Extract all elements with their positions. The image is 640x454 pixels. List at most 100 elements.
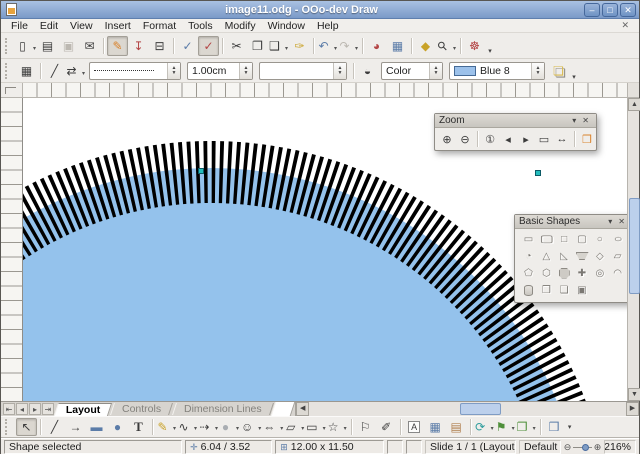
shape-ring[interactable]: ◎ <box>591 266 608 280</box>
navigator-button[interactable]: ▦ <box>387 36 408 56</box>
edit-points-tool[interactable]: ⚐ <box>355 418 376 436</box>
spellcheck-button[interactable]: ✓ <box>177 36 198 56</box>
toolbar-options-button[interactable]: ▾ <box>569 72 579 82</box>
drawing-canvas[interactable]: Zoom ▾ ✕ ⊕⊖①◂▸▭↔❒ Basic Shapes ▾ ✕ ▭▢□▢○… <box>23 98 627 401</box>
zoom-in-icon[interactable]: ⊕ <box>594 442 602 453</box>
horizontal-scrollbar[interactable]: ◀ ▶ <box>295 402 639 416</box>
zoom-panel-titlebar[interactable]: Zoom ▾ ✕ <box>435 114 596 128</box>
curve-tool[interactable]: ✎ <box>156 418 177 436</box>
zoom-out-button[interactable]: ⊖ <box>456 130 474 148</box>
shape-cross[interactable]: ✚ <box>574 266 591 280</box>
basic-shapes-tool[interactable]: ● <box>219 418 240 436</box>
flowchart-tool[interactable]: ▱ <box>284 418 305 436</box>
zoom-out-icon[interactable]: ⊖ <box>564 442 572 453</box>
shape-isosceles-triangle[interactable]: △ <box>538 249 555 263</box>
area-dialog-button[interactable]: ◒ <box>357 61 378 81</box>
last-page-button[interactable]: ⇥ <box>42 403 54 415</box>
tab-controls[interactable]: Controls <box>110 403 173 415</box>
basic-shapes-titlebar[interactable]: Basic Shapes ▾ ✕ <box>515 215 627 229</box>
menu-file[interactable]: File <box>5 20 34 32</box>
shape-frame[interactable]: ▣ <box>574 283 591 297</box>
toolbar-options-button[interactable]: ▾ <box>485 46 495 56</box>
minimize-button[interactable]: – <box>584 3 600 17</box>
menu-insert[interactable]: Insert <box>99 20 137 32</box>
from-file-button[interactable]: ▦ <box>425 418 446 436</box>
arrow-style-button[interactable]: ⇄ <box>65 61 86 81</box>
zoom-slider-thumb[interactable] <box>582 444 589 451</box>
shape-square[interactable]: □ <box>556 232 573 246</box>
select-tool[interactable]: ↖ <box>16 418 37 436</box>
help-button[interactable]: ☸ <box>464 36 485 56</box>
spinner-icon[interactable]: ▲▼ <box>167 63 180 79</box>
tab-layout[interactable]: Layout <box>54 403 113 416</box>
lines-arrows-tool[interactable]: ⇢ <box>198 418 219 436</box>
undo-button[interactable]: ↶ <box>317 36 338 56</box>
menu-view[interactable]: View <box>64 20 99 32</box>
zoom-100-button[interactable]: ① <box>481 130 499 148</box>
paste-button[interactable]: ❑ <box>268 36 289 56</box>
line-color-select[interactable]: ▲▼ <box>259 62 347 80</box>
menu-edit[interactable]: Edit <box>34 20 64 32</box>
spinner-icon[interactable]: ▲▼ <box>239 63 252 79</box>
close-button[interactable]: ✕ <box>620 3 636 17</box>
vertical-scrollbar[interactable]: ▲ ▼ <box>627 98 639 401</box>
selection-handle[interactable] <box>198 168 204 174</box>
toolbar-grip[interactable] <box>5 63 12 79</box>
scroll-down-icon[interactable]: ▼ <box>628 388 640 401</box>
close-document-icon[interactable]: ✕ <box>615 20 635 31</box>
menu-modify[interactable]: Modify <box>219 20 262 32</box>
zoom-next-button[interactable]: ▸ <box>517 130 535 148</box>
symbol-shapes-tool[interactable]: ☺ <box>240 418 262 436</box>
copy-button[interactable]: ❐ <box>247 36 268 56</box>
spinner-icon[interactable]: ▲▼ <box>531 63 544 79</box>
redo-button[interactable]: ↷ <box>338 36 359 56</box>
zoom-level[interactable]: 216% <box>604 440 636 454</box>
shape-rounded-rectangle[interactable]: ▢ <box>538 232 555 246</box>
toolbar-grip[interactable] <box>5 419 12 435</box>
menu-format[interactable]: Format <box>137 20 182 32</box>
tab-dimension-lines[interactable]: Dimension Lines <box>172 403 274 415</box>
menu-help[interactable]: Help <box>311 20 345 32</box>
connector-tool[interactable]: ∿ <box>177 418 198 436</box>
zoom-in-button[interactable]: ⊕ <box>438 130 456 148</box>
rectangle-tool[interactable]: ▬ <box>86 418 107 436</box>
shadow-toggle[interactable]: ❏ <box>548 61 569 81</box>
glue-points-tool[interactable]: ✐ <box>376 418 397 436</box>
shape-circle-pie[interactable]: ◔ <box>520 249 537 263</box>
format-paintbrush-button[interactable]: ✑ <box>289 36 310 56</box>
new-button[interactable]: ▯ <box>16 36 37 56</box>
object-zoom-button[interactable]: ❒ <box>578 130 596 148</box>
gallery-button[interactable]: ▤ <box>446 418 467 436</box>
horizontal-scroll-thumb[interactable] <box>460 403 501 415</box>
spinner-icon[interactable]: ▲▼ <box>429 63 442 79</box>
ellipse-tool[interactable]: ● <box>107 418 128 436</box>
autospellcheck-toggle[interactable]: ✓ <box>198 36 219 56</box>
shape-cube[interactable]: ❒ <box>538 283 555 297</box>
toolbar-options-button[interactable]: ▾ <box>565 418 575 436</box>
scroll-left-icon[interactable]: ◀ <box>296 402 309 416</box>
export-pdf-button[interactable]: ↧ <box>128 36 149 56</box>
shape-cylinder[interactable] <box>520 283 537 297</box>
first-page-button[interactable]: ⇤ <box>3 403 15 415</box>
styles-button[interactable]: ▦ <box>16 61 37 81</box>
shape-block-arc[interactable]: ◠ <box>609 266 626 280</box>
zoom-slider-track[interactable] <box>573 447 591 448</box>
blue-disk[interactable] <box>23 168 584 401</box>
next-page-button[interactable]: ▸ <box>29 403 41 415</box>
cut-button[interactable]: ✂ <box>226 36 247 56</box>
shape-trapezoid[interactable] <box>574 249 591 263</box>
line-dialog-button[interactable]: ╱ <box>44 61 65 81</box>
line-width-input[interactable]: 1.00cm ▲▼ <box>187 62 253 80</box>
panel-close-icon[interactable]: ✕ <box>615 217 627 226</box>
chart-button[interactable]: ◕ <box>366 36 387 56</box>
toolbar-grip[interactable] <box>5 38 12 54</box>
shape-pentagon[interactable]: ⬠ <box>520 266 537 280</box>
open-button[interactable]: ▤ <box>37 36 58 56</box>
callouts-tool[interactable]: ▭ <box>305 418 326 436</box>
spinner-icon[interactable]: ▲▼ <box>333 63 346 79</box>
shape-right-triangle[interactable]: ◺ <box>556 249 573 263</box>
shape-rounded-square[interactable]: ▢ <box>574 232 591 246</box>
text-tool[interactable]: T <box>128 418 149 436</box>
arrange-button[interactable]: ❐ <box>516 418 537 436</box>
shape-diamond[interactable]: ◇ <box>591 249 608 263</box>
